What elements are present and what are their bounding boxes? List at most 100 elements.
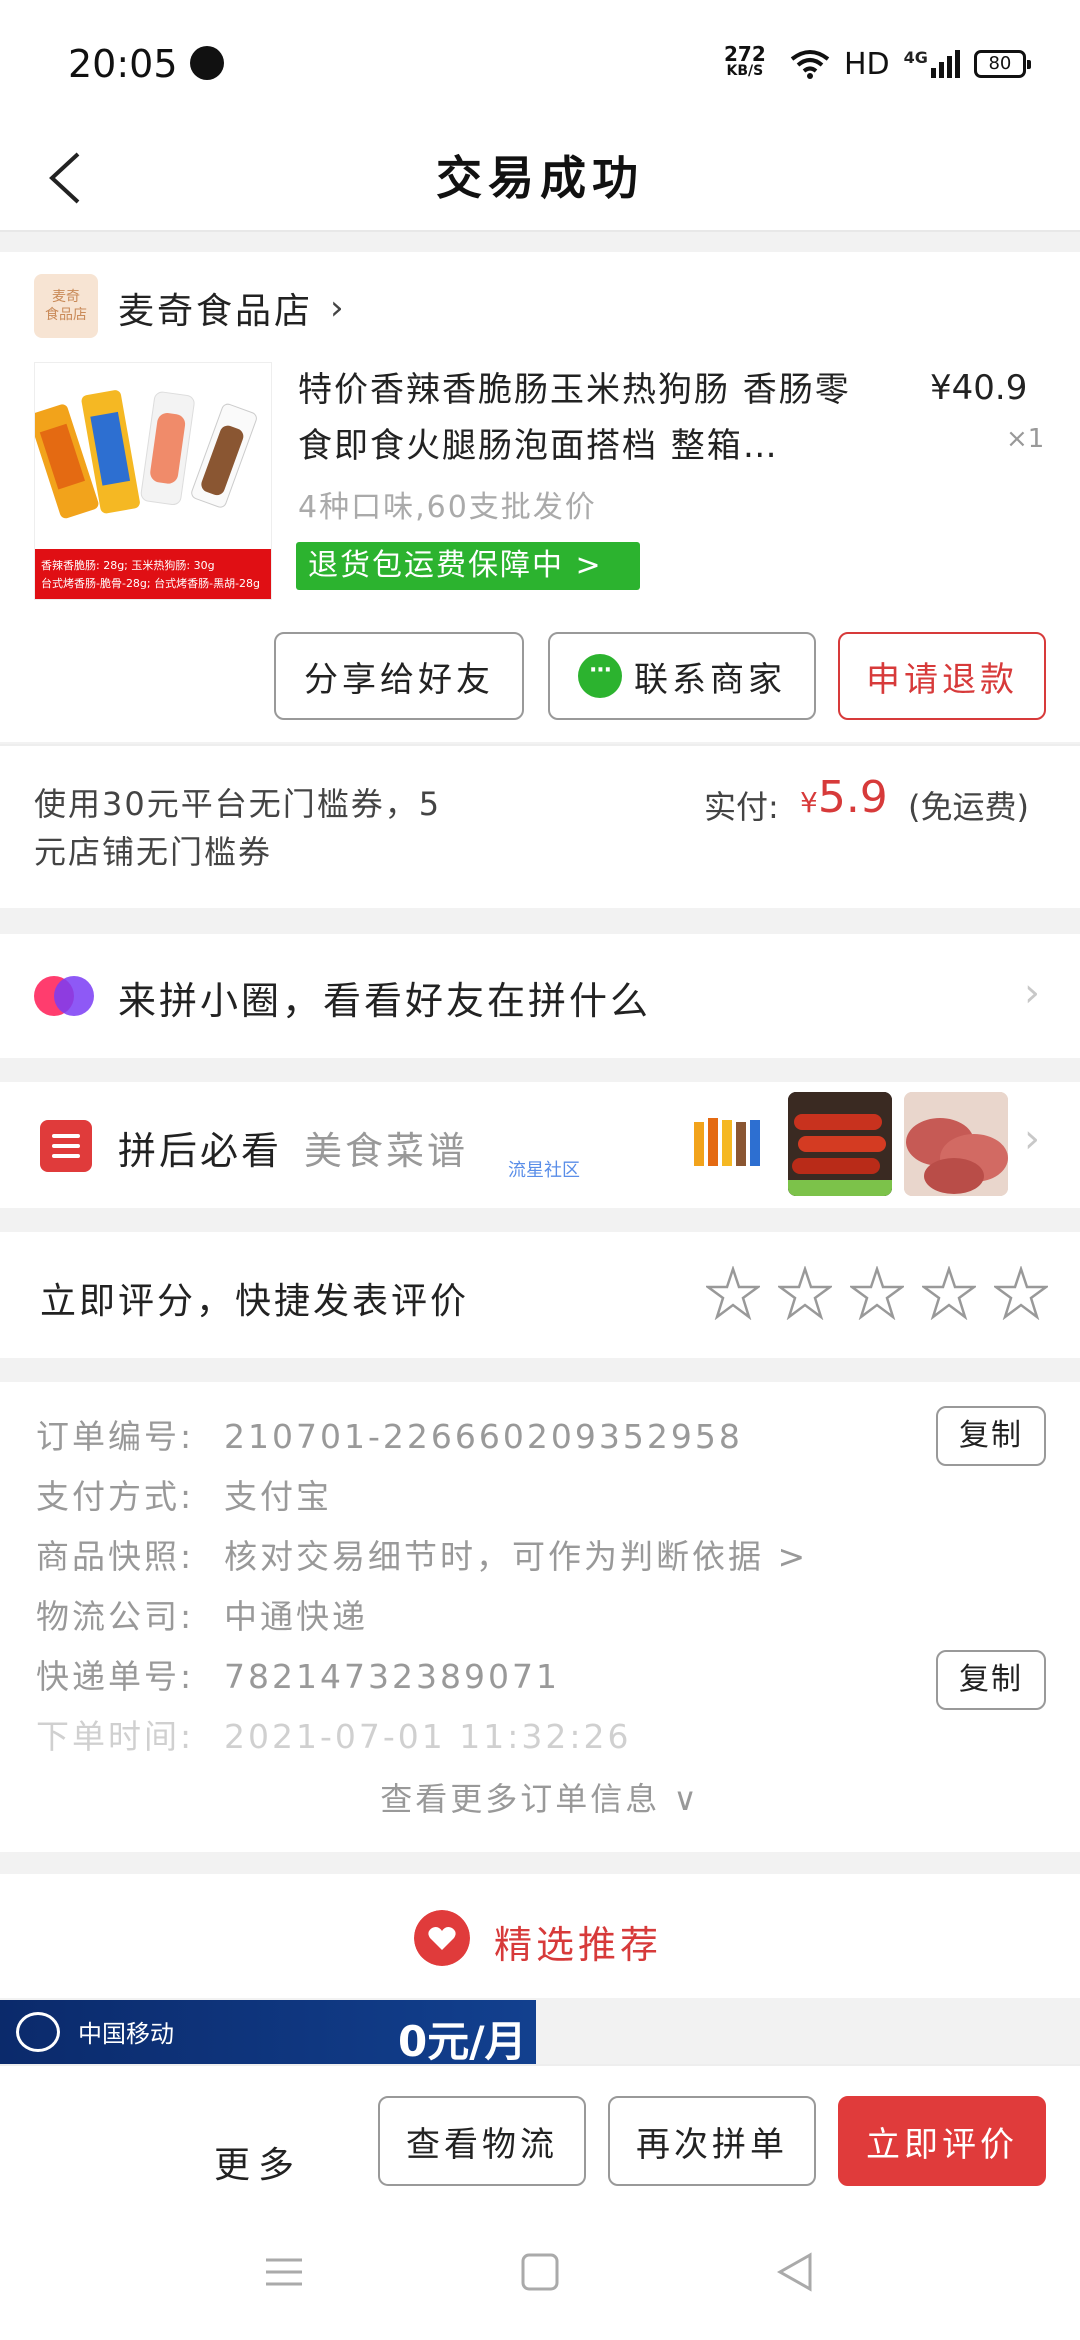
recipe-thumbnail[interactable]: [788, 1092, 892, 1196]
recipe-thumbnail[interactable]: [904, 1092, 1008, 1196]
request-refund-label: 申请退款: [866, 659, 1018, 700]
battery-icon: 80: [973, 50, 1031, 78]
ad-banner[interactable]: 中国移动 0元/月: [0, 2000, 536, 2064]
paid-currency: ¥: [800, 786, 818, 819]
heart-icon: [414, 1910, 470, 1966]
page-title: 交易成功: [436, 151, 644, 205]
network-speed-value: 272: [724, 42, 766, 66]
product-quantity: ×1: [1006, 424, 1045, 454]
order-number-row: 订单编号: 210701-226660209352958: [36, 1410, 743, 1458]
list-icon: [40, 1120, 92, 1172]
order-info-section: 订单编号: 210701-226660209352958 复制 支付方式: 支付宝 …: [0, 1382, 1080, 1852]
paid-amount-value: 5.9: [817, 772, 888, 823]
rating-text: 立即评分，快捷发表评价: [40, 1281, 470, 1322]
recipe-title: 拼后必看: [118, 1129, 283, 1173]
payment-method: 支付宝: [224, 1477, 332, 1516]
copy-order-number-button[interactable]: 复制: [936, 1406, 1046, 1466]
write-review-button[interactable]: 立即评价: [838, 2096, 1046, 2186]
write-review-label: 立即评价: [866, 2124, 1018, 2165]
order-card: 麦奇 食品店 麦奇食品店 › 香辣香脆肠: 28g; 玉米热狗肠: 30g 台式烤…: [0, 252, 1080, 742]
reorder-button[interactable]: 再次拼单: [608, 2096, 816, 2186]
payment-summary: 使用30元平台无门槛券，5元店铺无门槛券 实付: ¥5.9 (免运费): [0, 746, 1080, 908]
network-speed-unit: KB/S: [726, 63, 764, 79]
system-nav-bar: [0, 2200, 1080, 2340]
tracking-number-row: 快递单号: 78214732389071: [36, 1650, 560, 1698]
reorder-label: 再次拼单: [636, 2124, 788, 2165]
star-icon[interactable]: [778, 1266, 832, 1320]
china-mobile-logo: [16, 2012, 60, 2052]
order-time-row: 下单时间: 2021-07-01 11:32:26: [36, 1710, 631, 1758]
network-speed: 272 KB/S: [724, 44, 766, 78]
share-button[interactable]: 分享给好友: [274, 632, 524, 720]
product-image[interactable]: 香辣香脆肠: 28g; 玉米热狗肠: 30g 台式烤香肠-脆骨-28g; 台式烤…: [34, 362, 272, 600]
copy-tracking-number-button[interactable]: 复制: [936, 1650, 1046, 1710]
svg-text:台式烤香肠-脆骨-28g; 台式烤香肠-黑胡-28g: 台式烤香肠-脆骨-28g; 台式烤香肠-黑胡-28g: [41, 576, 260, 590]
store-logo[interactable]: 麦奇 食品店: [34, 274, 98, 338]
star-icon[interactable]: [922, 1266, 976, 1320]
product-title[interactable]: 特价香辣香脆肠玉米热狗肠 香肠零食即食火腿肠泡面搭档 整箱…: [298, 362, 878, 474]
contact-seller-label: 联系商家: [634, 659, 786, 700]
group-circle-icon: [34, 976, 94, 1016]
view-logistics-label: 查看物流: [406, 2124, 558, 2165]
hd-label: HD: [844, 46, 890, 82]
signal-icon: 4G: [904, 50, 960, 78]
view-logistics-button[interactable]: 查看物流: [378, 2096, 586, 2186]
status-time: 20:05: [68, 42, 178, 86]
payment-method-row: 支付方式: 支付宝: [36, 1470, 332, 1518]
chevron-right-icon[interactable]: ›: [330, 288, 344, 328]
paid-amount: ¥5.9: [800, 772, 888, 823]
ad-price-text: 0元/月: [398, 2017, 527, 2064]
vpn-icon: [190, 46, 224, 80]
signal-label: 4G: [903, 48, 928, 67]
nav-header: 交易成功: [0, 120, 1080, 232]
order-number: 210701-226660209352958: [224, 1417, 743, 1456]
refund-guarantee-badge[interactable]: 退货包运费保障中 >: [296, 542, 640, 590]
more-button[interactable]: 更多: [214, 2136, 302, 2188]
request-refund-button[interactable]: 申请退款: [838, 632, 1046, 720]
contact-seller-button[interactable]: 联系商家: [548, 632, 816, 720]
back-triangle-icon[interactable]: [774, 2252, 818, 2292]
coupon-text: 使用30元平台无门槛券，5元店铺无门槛券: [34, 785, 442, 871]
info-label: 商品快照:: [36, 1537, 195, 1576]
info-label: 物流公司:: [36, 1597, 195, 1636]
info-label: 支付方式:: [36, 1477, 195, 1516]
recipe-subtitle: 美食菜谱: [304, 1129, 469, 1173]
product-spec: 4种口味,60支批发价: [298, 490, 597, 525]
star-icon[interactable]: [850, 1266, 904, 1320]
recipe-tag: 流星社区: [508, 1160, 580, 1181]
status-icons: HD 4G 80: [790, 44, 1031, 84]
svg-text:香辣香脆肠: 28g; 玉米热狗肠: 30g: 香辣香脆肠: 28g; 玉米热狗肠: 30g: [41, 558, 215, 572]
menu-icon[interactable]: [262, 2252, 306, 2292]
chevron-right-icon: ›: [1024, 1116, 1040, 1162]
info-label: 快递单号:: [36, 1657, 195, 1696]
shipping-note: (免运费): [908, 788, 1029, 826]
share-button-label: 分享给好友: [304, 659, 494, 700]
snapshot-link[interactable]: 核对交易细节时，可作为判断依据 >: [224, 1537, 808, 1576]
courier-name: 中通快递: [224, 1597, 368, 1636]
rating-row: 立即评分，快捷发表评价: [0, 1232, 1080, 1358]
recipe-thumbnail[interactable]: [680, 1092, 784, 1196]
recommend-title: 精选推荐: [494, 1923, 663, 1967]
product-price: ¥40.9: [930, 368, 1028, 408]
status-bar: 20:05 272 KB/S HD 4G 80: [0, 0, 1080, 120]
courier-row: 物流公司: 中通快递: [36, 1590, 368, 1638]
chevron-right-icon: ›: [1024, 970, 1040, 1016]
paid-label: 实付:: [704, 788, 779, 826]
ad-brand-text: 中国移动: [78, 2020, 174, 2048]
info-label: 下单时间:: [36, 1717, 195, 1756]
group-circle-row[interactable]: 来拼小圈，看看好友在拼什么 ›: [0, 934, 1080, 1058]
store-name[interactable]: 麦奇食品店: [118, 282, 313, 334]
recommend-header: 精选推荐: [0, 1874, 1080, 1998]
home-icon[interactable]: [518, 2252, 562, 2292]
wifi-icon: [790, 50, 830, 79]
group-circle-text: 来拼小圈，看看好友在拼什么: [118, 979, 652, 1023]
order-time: 2021-07-01 11:32:26: [224, 1717, 632, 1756]
chat-icon: [578, 654, 622, 698]
star-icon[interactable]: [706, 1266, 760, 1320]
star-icon[interactable]: [994, 1266, 1048, 1320]
tracking-number: 78214732389071: [224, 1657, 560, 1696]
recipe-row[interactable]: 拼后必看 美食菜谱 流星社区 ›: [0, 1082, 1080, 1208]
snapshot-row[interactable]: 商品快照: 核对交易细节时，可作为判断依据 >: [36, 1530, 808, 1578]
info-label: 订单编号:: [36, 1417, 195, 1456]
view-more-order-info[interactable]: 查看更多订单信息 ∨: [0, 1774, 1080, 1820]
